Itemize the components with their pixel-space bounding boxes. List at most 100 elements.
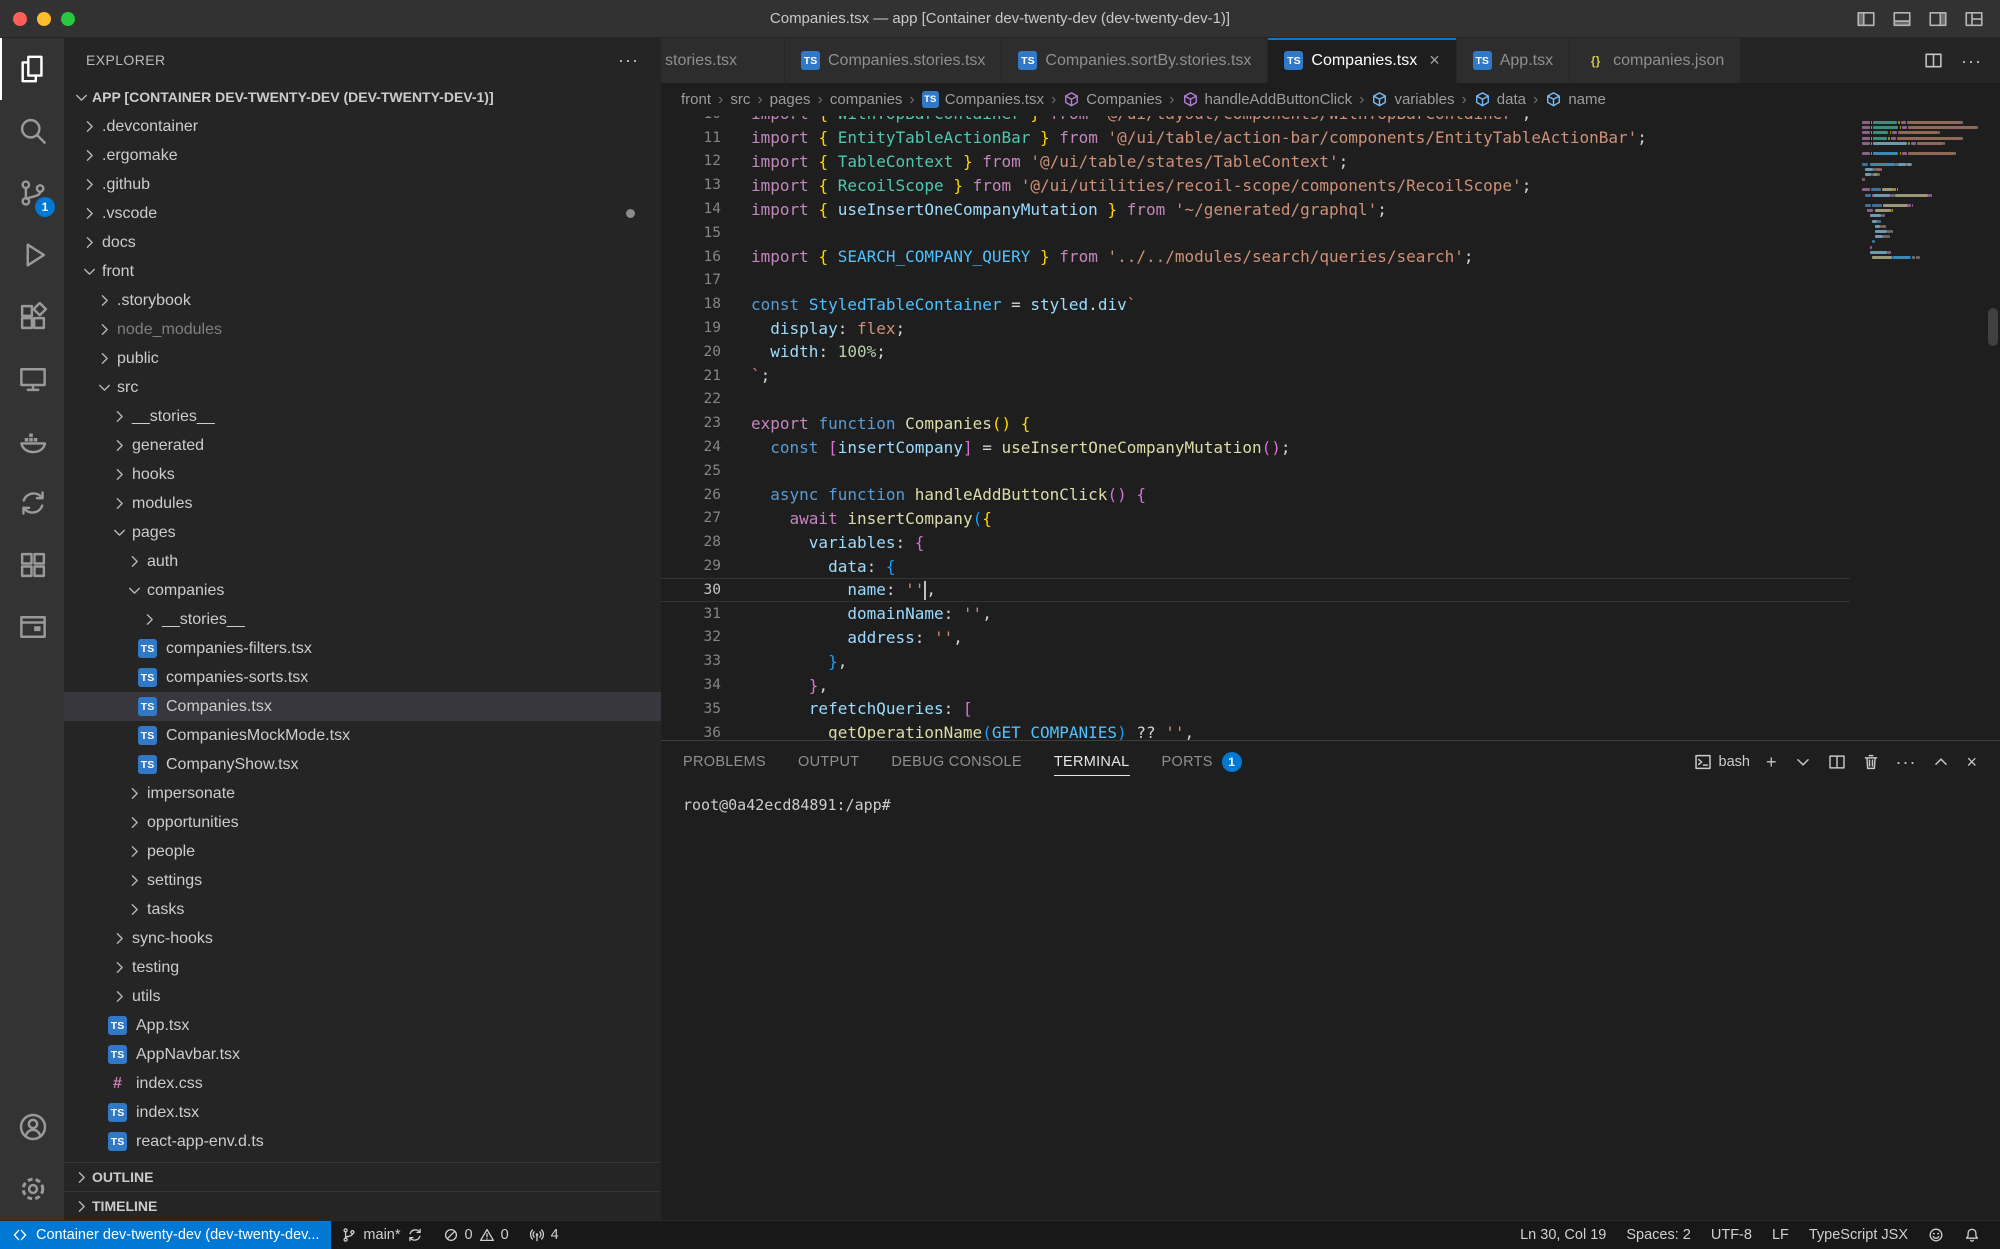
code-line-14[interactable]: 14import { useInsertOneCompanyMutation }… [661, 197, 1850, 221]
toggle-secondary-sidebar-icon[interactable] [1928, 9, 1948, 29]
activity-bar-item-files[interactable] [0, 38, 64, 100]
tree-folder-companies[interactable]: companies [64, 576, 661, 605]
breadcrumb-item-name[interactable]: name [1545, 91, 1606, 108]
terminal-output[interactable]: root@0a42ecd84891:/app# [661, 782, 2000, 1220]
tree-file-companies-filters.tsx[interactable]: TScompanies-filters.tsx [64, 634, 661, 663]
code-line-32[interactable]: 32 address: '', [661, 626, 1850, 650]
code-line-25[interactable]: 25 [661, 459, 1850, 483]
tree-folder-pages[interactable]: pages [64, 518, 661, 547]
tab-Companies.tsx[interactable]: TSCompanies.tsx× [1268, 38, 1456, 83]
tree-file-index.css[interactable]: #index.css [64, 1069, 661, 1098]
scrollbar-thumb[interactable] [1988, 308, 1998, 346]
more-actions-icon[interactable]: ··· [618, 50, 639, 71]
breadcrumb-item-front[interactable]: front [681, 91, 711, 108]
problems-indicator[interactable]: 0 0 [433, 1221, 519, 1249]
tree-folder-generated[interactable]: generated [64, 431, 661, 460]
close-window-button[interactable] [13, 12, 27, 26]
customize-layout-icon[interactable] [1964, 9, 1984, 29]
tree-folder-hooks[interactable]: hooks [64, 460, 661, 489]
sidebar-section-outline[interactable]: OUTLINE [64, 1162, 661, 1191]
code-editor[interactable]: 10import { WithTopBarContainer } from '@… [661, 116, 2000, 740]
tree-folder-.storybook[interactable]: .storybook [64, 286, 661, 315]
panel-tab-output[interactable]: OUTPUT [798, 741, 859, 782]
activity-bar-item-run-debug[interactable] [0, 224, 64, 286]
breadcrumb-item-data[interactable]: data [1474, 91, 1526, 108]
split-editor-icon[interactable] [1924, 51, 1943, 70]
activity-bar-item-settings-gear[interactable] [0, 1158, 64, 1220]
more-actions-icon[interactable]: ··· [1896, 753, 1917, 771]
status-eol[interactable]: LF [1762, 1221, 1799, 1249]
tree-folder-src[interactable]: src [64, 373, 661, 402]
kill-terminal-icon[interactable] [1862, 753, 1880, 771]
remote-indicator[interactable]: Container dev-twenty-dev (dev-twenty-dev… [0, 1221, 331, 1249]
close-panel-icon[interactable]: × [1966, 753, 1978, 771]
tree-folder-people[interactable]: people [64, 837, 661, 866]
tree-folder-utils[interactable]: utils [64, 982, 661, 1011]
code-line-19[interactable]: 19 display: flex; [661, 316, 1850, 340]
split-terminal-icon[interactable] [1828, 753, 1846, 771]
code-line-18[interactable]: 18const StyledTableContainer = styled.di… [661, 292, 1850, 316]
tree-folder-__stories__[interactable]: __stories__ [64, 605, 661, 634]
tree-file-react-app-env.d.ts[interactable]: TSreact-app-env.d.ts [64, 1127, 661, 1156]
notifications-button[interactable] [1954, 1221, 1990, 1249]
shell-selector[interactable]: bash [1694, 753, 1750, 771]
panel-tab-terminal[interactable]: TERMINAL [1054, 741, 1130, 782]
breadcrumb-item-Companies[interactable]: Companies [1063, 91, 1162, 108]
activity-bar-item-remote-explorer[interactable] [0, 348, 64, 410]
code-line-34[interactable]: 34 }, [661, 673, 1850, 697]
activity-bar-item-source-control[interactable]: 1 [0, 162, 64, 224]
zoom-window-button[interactable] [61, 12, 75, 26]
tree-file-companies-sorts.tsx[interactable]: TScompanies-sorts.tsx [64, 663, 661, 692]
code-line-17[interactable]: 17 [661, 269, 1850, 293]
tree-file-CompaniesMockMode.tsx[interactable]: TSCompaniesMockMode.tsx [64, 721, 661, 750]
tree-folder-settings[interactable]: settings [64, 866, 661, 895]
feedback-button[interactable] [1918, 1221, 1954, 1249]
tree-folder-impersonate[interactable]: impersonate [64, 779, 661, 808]
breadcrumb-item-companies[interactable]: companies [830, 91, 903, 108]
tab-companies.json[interactable]: {}companies.json [1570, 38, 1741, 83]
status-indentation[interactable]: Spaces: 2 [1616, 1221, 1701, 1249]
chevron-down-icon[interactable] [1794, 753, 1812, 771]
activity-bar-item-extensions[interactable] [0, 286, 64, 348]
code-line-28[interactable]: 28 variables: { [661, 530, 1850, 554]
activity-bar-item-account[interactable] [0, 1096, 64, 1158]
tab-Companies.stories.tsx[interactable]: TSCompanies.stories.tsx [785, 38, 1002, 83]
breadcrumb-item-Companies.tsx[interactable]: TSCompanies.tsx [922, 91, 1044, 108]
tree-folder-node_modules[interactable]: node_modules [64, 315, 661, 344]
activity-bar-item-grid[interactable] [0, 534, 64, 596]
more-actions-icon[interactable]: ··· [1961, 52, 1982, 70]
code-line-15[interactable]: 15 [661, 221, 1850, 245]
activity-bar-item-window-preview[interactable] [0, 596, 64, 658]
minimize-window-button[interactable] [37, 12, 51, 26]
tree-folder-.ergomake[interactable]: .ergomake [64, 141, 661, 170]
code-line-24[interactable]: 24 const [insertCompany] = useInsertOneC… [661, 435, 1850, 459]
code-line-33[interactable]: 33 }, [661, 649, 1850, 673]
tree-folder-modules[interactable]: modules [64, 489, 661, 518]
tree-file-CompanyShow.tsx[interactable]: TSCompanyShow.tsx [64, 750, 661, 779]
tree-folder-public[interactable]: public [64, 344, 661, 373]
status-language-mode[interactable]: TypeScript JSX [1799, 1221, 1918, 1249]
toggle-panel-icon[interactable] [1892, 9, 1912, 29]
sidebar-section-timeline[interactable]: TIMELINE [64, 1191, 661, 1220]
code-line-36[interactable]: 36 getOperationName(GET_COMPANIES) ?? ''… [661, 721, 1850, 740]
breadcrumb-item-pages[interactable]: pages [770, 91, 811, 108]
activity-bar-item-search[interactable] [0, 100, 64, 162]
tree-folder-.devcontainer[interactable]: .devcontainer [64, 112, 661, 141]
code-line-22[interactable]: 22 [661, 388, 1850, 412]
ports-indicator[interactable]: 4 [519, 1221, 569, 1249]
tree-folder-sync-hooks[interactable]: sync-hooks [64, 924, 661, 953]
code-line-13[interactable]: 13import { RecoilScope } from '@/ui/util… [661, 173, 1850, 197]
breadcrumb-item-variables[interactable]: variables [1371, 91, 1454, 108]
tree-folder-testing[interactable]: testing [64, 953, 661, 982]
tab-stories.tsx[interactable]: stories.tsx [661, 38, 785, 83]
code-line-16[interactable]: 16import { SEARCH_COMPANY_QUERY } from '… [661, 245, 1850, 269]
workspace-section-header[interactable]: APP [CONTAINER DEV-TWENTY-DEV (DEV-TWENT… [64, 82, 661, 112]
panel-tab-debug-console[interactable]: DEBUG CONSOLE [891, 741, 1021, 782]
close-tab-icon[interactable]: × [1429, 50, 1440, 71]
activity-bar-item-circle-arrows[interactable] [0, 472, 64, 534]
tree-folder-front[interactable]: front [64, 257, 661, 286]
code-line-10[interactable]: 10import { WithTopBarContainer } from '@… [661, 116, 1850, 126]
tree-file-App.tsx[interactable]: TSApp.tsx [64, 1011, 661, 1040]
tree-folder-__stories__[interactable]: __stories__ [64, 402, 661, 431]
code-line-23[interactable]: 23export function Companies() { [661, 411, 1850, 435]
